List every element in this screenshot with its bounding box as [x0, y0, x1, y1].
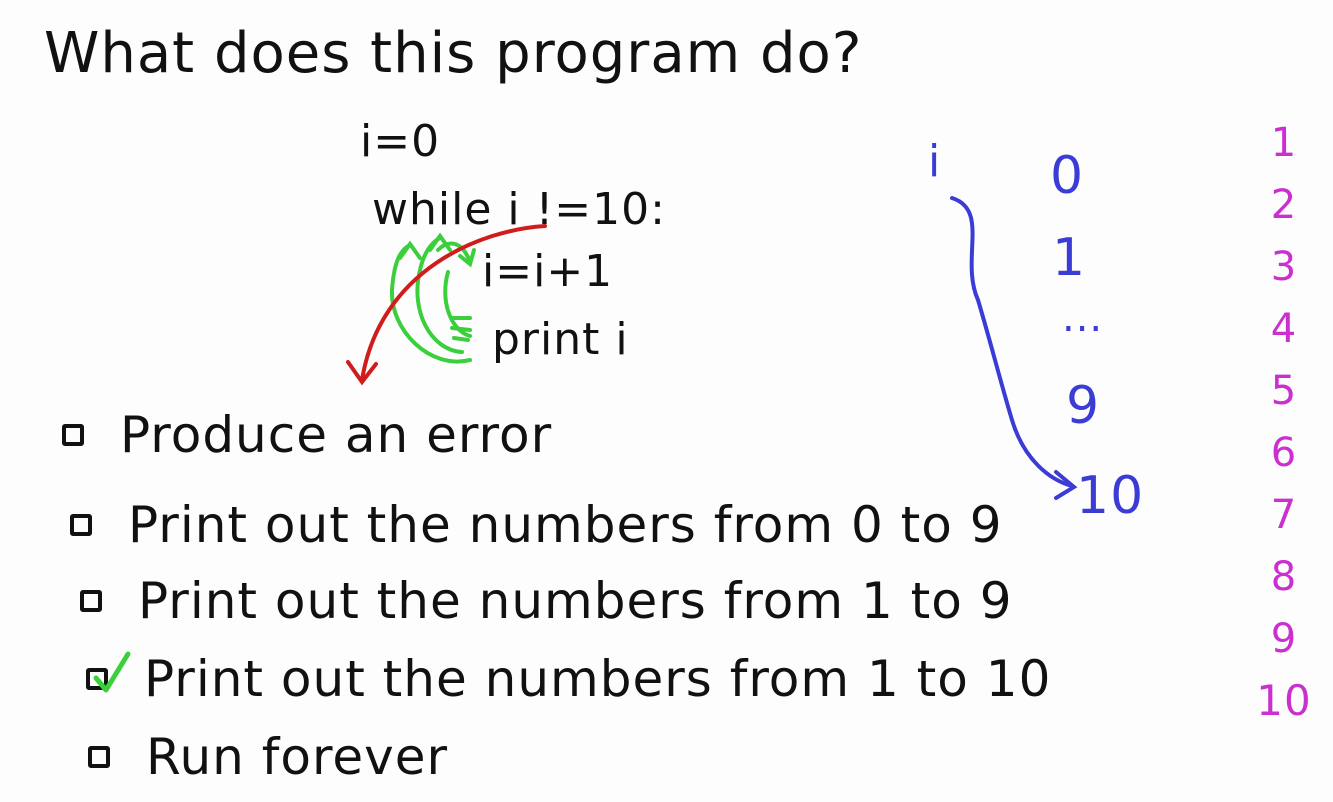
loop-arrow-inner: [443, 270, 472, 338]
trace-value: 1: [1052, 228, 1087, 288]
trace-value: 9: [1066, 376, 1101, 436]
output-number: 9: [1270, 616, 1298, 662]
check-icon: [93, 651, 131, 693]
option-label: Print out the numbers from 0 to 9: [128, 496, 1003, 554]
option-checkbox[interactable]: [70, 514, 92, 536]
option-run-forever[interactable]: Run forever: [88, 732, 448, 782]
option-label: Print out the numbers from 1 to 10: [144, 650, 1052, 708]
loop-arrow-outer: [389, 243, 472, 364]
output-number: 4: [1270, 306, 1298, 352]
output-number: 1: [1270, 120, 1298, 166]
trace-value: 10: [1076, 466, 1145, 526]
output-number: 3: [1270, 244, 1298, 290]
question-title: What does this program do?: [44, 21, 863, 86]
loop-step-marks: [450, 316, 472, 342]
option-print-0-to-9[interactable]: Print out the numbers from 0 to 9: [70, 500, 1003, 550]
code-line-print: print i: [492, 314, 629, 365]
exit-arrow-head: [346, 360, 378, 386]
option-label: Produce an error: [120, 406, 553, 464]
output-number: 10: [1256, 676, 1312, 725]
code-line-init: i=0: [360, 116, 441, 167]
output-number: 6: [1270, 430, 1298, 476]
output-number: 7: [1270, 492, 1298, 538]
code-line-while: while i !=10:: [372, 184, 666, 235]
trace-arrow-head: [1054, 470, 1078, 500]
output-column: 1 2 3 4 5 6 7 8 9 10: [1254, 112, 1314, 732]
loop-arrow-outer-head: [398, 240, 422, 260]
loop-arrow-top: [436, 241, 472, 264]
option-produce-error[interactable]: Produce an error: [62, 410, 552, 460]
output-number: 2: [1270, 182, 1298, 228]
option-label: Print out the numbers from 1 to 9: [138, 572, 1013, 630]
trace-value: 0: [1050, 146, 1085, 206]
option-checkbox[interactable]: [62, 424, 84, 446]
loop-arrow-mid-head: [428, 232, 452, 252]
output-number: 8: [1270, 554, 1298, 600]
loop-arrow-mid: [415, 236, 464, 354]
option-label: Run forever: [146, 728, 449, 786]
option-print-1-to-9[interactable]: Print out the numbers from 1 to 9: [80, 576, 1013, 626]
output-number: 5: [1270, 368, 1298, 414]
whiteboard: What does this program do? i=0 while i !…: [0, 0, 1333, 802]
loop-arrow-top-head: [458, 248, 476, 268]
option-checkbox[interactable]: [80, 590, 102, 612]
trace-ellipsis: ...: [1062, 295, 1104, 341]
code-line-increment: i=i+1: [482, 246, 614, 297]
loop-arrows: [389, 232, 476, 364]
option-print-1-to-10[interactable]: Print out the numbers from 1 to 10: [86, 650, 1052, 708]
trace-variable: i: [928, 136, 942, 187]
option-checkbox-checked[interactable]: [86, 651, 131, 693]
option-checkbox[interactable]: [88, 746, 110, 768]
